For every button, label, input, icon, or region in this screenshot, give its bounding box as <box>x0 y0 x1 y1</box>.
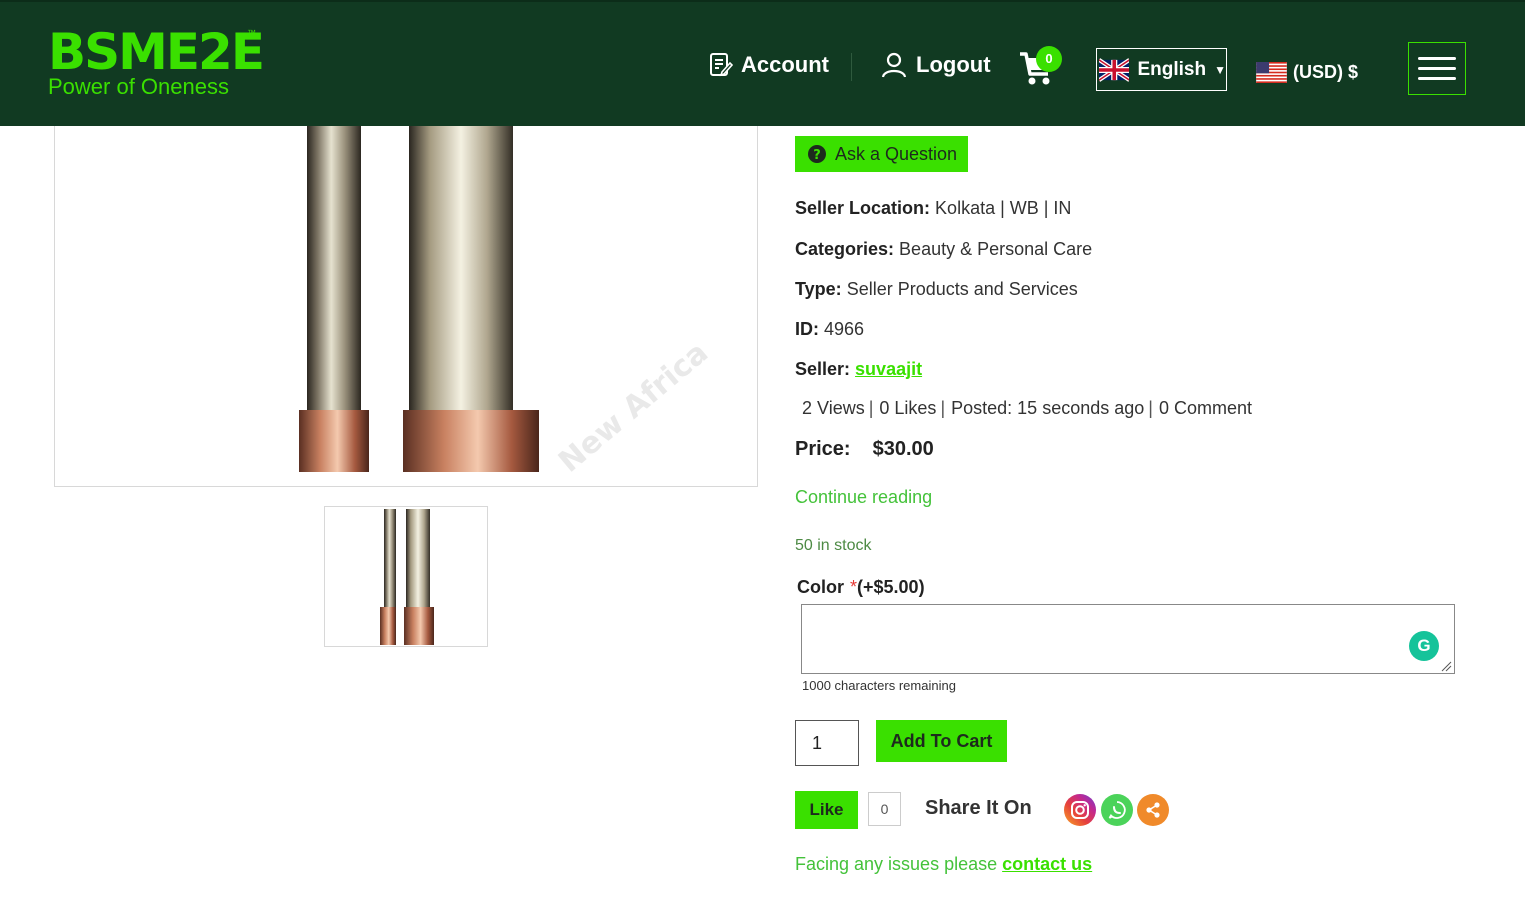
chevron-down-icon: ▼ <box>1214 62 1226 77</box>
product-main-image[interactable]: New Africa <box>54 126 758 487</box>
language-select[interactable]: English ▼ <box>1096 48 1227 91</box>
ask-question-label: Ask a Question <box>835 143 958 164</box>
seller: Seller: suvaajit <box>795 359 922 380</box>
product-type: Type: Seller Products and Services <box>795 279 1078 300</box>
posted-time: Posted: 15 seconds ago <box>951 398 1145 418</box>
color-textarea[interactable] <box>801 604 1455 674</box>
hamburger-menu-icon[interactable] <box>1408 42 1466 95</box>
comment-count: 0 Comment <box>1158 398 1252 418</box>
question-circle-icon: ? <box>808 145 826 163</box>
product-id: ID: 4966 <box>795 319 864 340</box>
logout-link[interactable]: Logout <box>881 52 991 78</box>
product-stats: 2 Views | 0 Likes | Posted: 15 seconds ago… <box>802 398 1252 418</box>
resize-handle-icon[interactable] <box>1440 660 1452 672</box>
continue-reading-link[interactable]: Continue reading <box>795 487 932 508</box>
site-header: BSME2E ™ Power of Oneness Account Logout… <box>0 0 1525 126</box>
categories: Categories: Beauty & Personal Care <box>795 239 1092 260</box>
seller-location-label: Seller Location: <box>795 198 931 218</box>
contact-us-link[interactable]: contact us <box>1002 854 1092 874</box>
language-label: English <box>1137 58 1207 80</box>
characters-remaining: 1000 characters remaining <box>802 678 956 693</box>
product-photo: New Africa <box>55 126 757 486</box>
share-icon[interactable] <box>1137 794 1169 826</box>
seller-location-value: Kolkata | WB | IN <box>935 198 1072 218</box>
like-button[interactable]: Like <box>795 791 858 829</box>
currency-label: (USD) $ <box>1293 62 1359 82</box>
seller-location: Seller Location: Kolkata | WB | IN <box>795 198 1071 219</box>
add-to-cart-button[interactable]: Add To Cart <box>876 720 1007 762</box>
type-value: Seller Products and Services <box>846 279 1078 299</box>
price-value: $30.00 <box>872 438 934 460</box>
share-label: Share It On <box>925 797 1032 819</box>
product-thumbnail[interactable] <box>324 506 488 647</box>
ask-question-button[interactable]: ? Ask a Question <box>795 136 968 172</box>
instagram-icon[interactable] <box>1064 794 1096 826</box>
required-marker: * <box>850 577 858 597</box>
nav-divider <box>851 53 852 81</box>
whatsapp-icon[interactable] <box>1101 794 1133 826</box>
cart-count-badge: 0 <box>1036 46 1062 72</box>
site-logo[interactable]: BSME2E ™ Power of Oneness <box>48 23 265 98</box>
color-label: Color <box>797 577 844 597</box>
stock-status: 50 in stock <box>795 537 872 554</box>
account-link[interactable]: Account <box>709 52 829 78</box>
price: Price: $30.00 <box>795 438 934 461</box>
currency-select[interactable]: (USD) $ <box>1256 62 1358 83</box>
support-notice: Facing any issues please contact us <box>795 854 1092 875</box>
svg-text:?: ? <box>813 148 821 163</box>
logo-wordmark: BSME2E <box>48 23 265 81</box>
seller-link[interactable]: suvaajit <box>855 359 922 379</box>
grammarly-icon[interactable]: G <box>1409 631 1439 661</box>
like-count-bubble: 0 <box>868 792 901 826</box>
user-icon <box>881 52 907 78</box>
color-extra-price: (+$5.00) <box>857 577 925 597</box>
issues-text: Facing any issues please <box>795 854 998 874</box>
seller-label: Seller: <box>795 359 851 379</box>
uk-flag-icon <box>1099 57 1130 82</box>
quantity-input[interactable]: 1 <box>795 720 859 766</box>
thumbnail-photo <box>325 507 487 646</box>
likes-count: 0 Likes <box>879 398 937 418</box>
us-flag-icon <box>1256 62 1287 83</box>
id-value: 4966 <box>824 319 865 339</box>
account-label: Account <box>741 52 829 77</box>
color-field-label: Color *(+$5.00) <box>797 577 925 598</box>
logout-label: Logout <box>916 52 991 77</box>
type-label: Type: <box>795 279 842 299</box>
views-count: 2 Views <box>802 398 865 418</box>
document-icon <box>710 53 733 77</box>
categories-label: Categories: <box>795 239 895 259</box>
logo-trademark: ™ <box>247 28 256 38</box>
id-label: ID: <box>795 319 819 339</box>
categories-value: Beauty & Personal Care <box>899 239 1093 259</box>
price-label: Price: <box>795 438 851 460</box>
